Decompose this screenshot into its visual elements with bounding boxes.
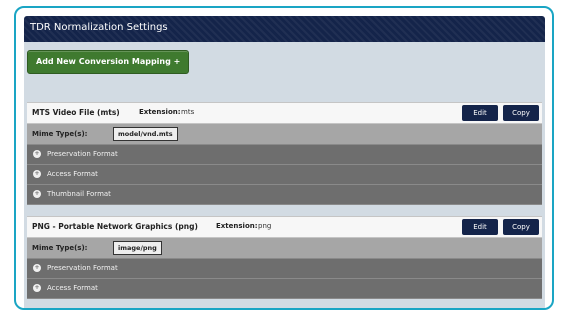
- format-label: Preservation Format: [47, 150, 118, 158]
- edit-button[interactable]: Edit: [462, 105, 498, 121]
- mime-type-row: Mime Type(s): image/png: [27, 238, 542, 259]
- mapping-header: PNG - Portable Network Graphics (png) Ex…: [27, 216, 542, 238]
- mapping-name: MTS Video File (mts): [32, 108, 120, 117]
- mime-type-label: Mime Type(s):: [32, 130, 88, 138]
- format-label: Preservation Format: [47, 264, 118, 272]
- preservation-format-row[interactable]: + Preservation Format: [27, 145, 542, 165]
- expand-icon: +: [33, 190, 41, 198]
- expand-icon: +: [33, 284, 41, 292]
- format-label: Access Format: [47, 170, 98, 178]
- mime-type-label: Mime Type(s):: [32, 244, 88, 252]
- edit-button[interactable]: Edit: [462, 219, 498, 235]
- mapping-header: MTS Video File (mts) Extension: mts Edit…: [27, 102, 542, 124]
- format-label: Access Format: [47, 284, 98, 292]
- mime-type-row: Mime Type(s): model/vnd.mts: [27, 124, 542, 145]
- mapping-name: PNG - Portable Network Graphics (png): [32, 222, 198, 231]
- mime-type-value: model/vnd.mts: [113, 127, 178, 141]
- settings-header: TDR Normalization Settings: [24, 16, 545, 42]
- mime-type-value: image/png: [113, 241, 162, 255]
- preservation-format-row[interactable]: + Preservation Format: [27, 259, 542, 279]
- format-label: Thumbnail Format: [47, 190, 111, 198]
- extension-label: Extension:: [216, 222, 258, 230]
- expand-icon: +: [33, 264, 41, 272]
- settings-frame: TDR Normalization Settings Add New Conve…: [14, 6, 554, 310]
- add-conversion-mapping-button[interactable]: Add New Conversion Mapping +: [27, 50, 190, 74]
- mapping-card-png: PNG - Portable Network Graphics (png) Ex…: [27, 216, 542, 299]
- access-format-row[interactable]: + Access Format: [27, 165, 542, 185]
- extension-value: png: [258, 222, 272, 230]
- page-title: TDR Normalization Settings: [30, 22, 168, 33]
- access-format-row[interactable]: + Access Format: [27, 279, 542, 299]
- settings-panel: Add New Conversion Mapping + MTS Video F…: [24, 42, 545, 308]
- thumbnail-format-row[interactable]: + Thumbnail Format: [27, 185, 542, 205]
- mapping-card-mts: MTS Video File (mts) Extension: mts Edit…: [27, 102, 542, 205]
- copy-button[interactable]: Copy: [503, 105, 539, 121]
- extension-label: Extension:: [139, 108, 181, 116]
- expand-icon: +: [33, 170, 41, 178]
- extension-value: mts: [181, 108, 195, 116]
- copy-button[interactable]: Copy: [503, 219, 539, 235]
- expand-icon: +: [33, 150, 41, 158]
